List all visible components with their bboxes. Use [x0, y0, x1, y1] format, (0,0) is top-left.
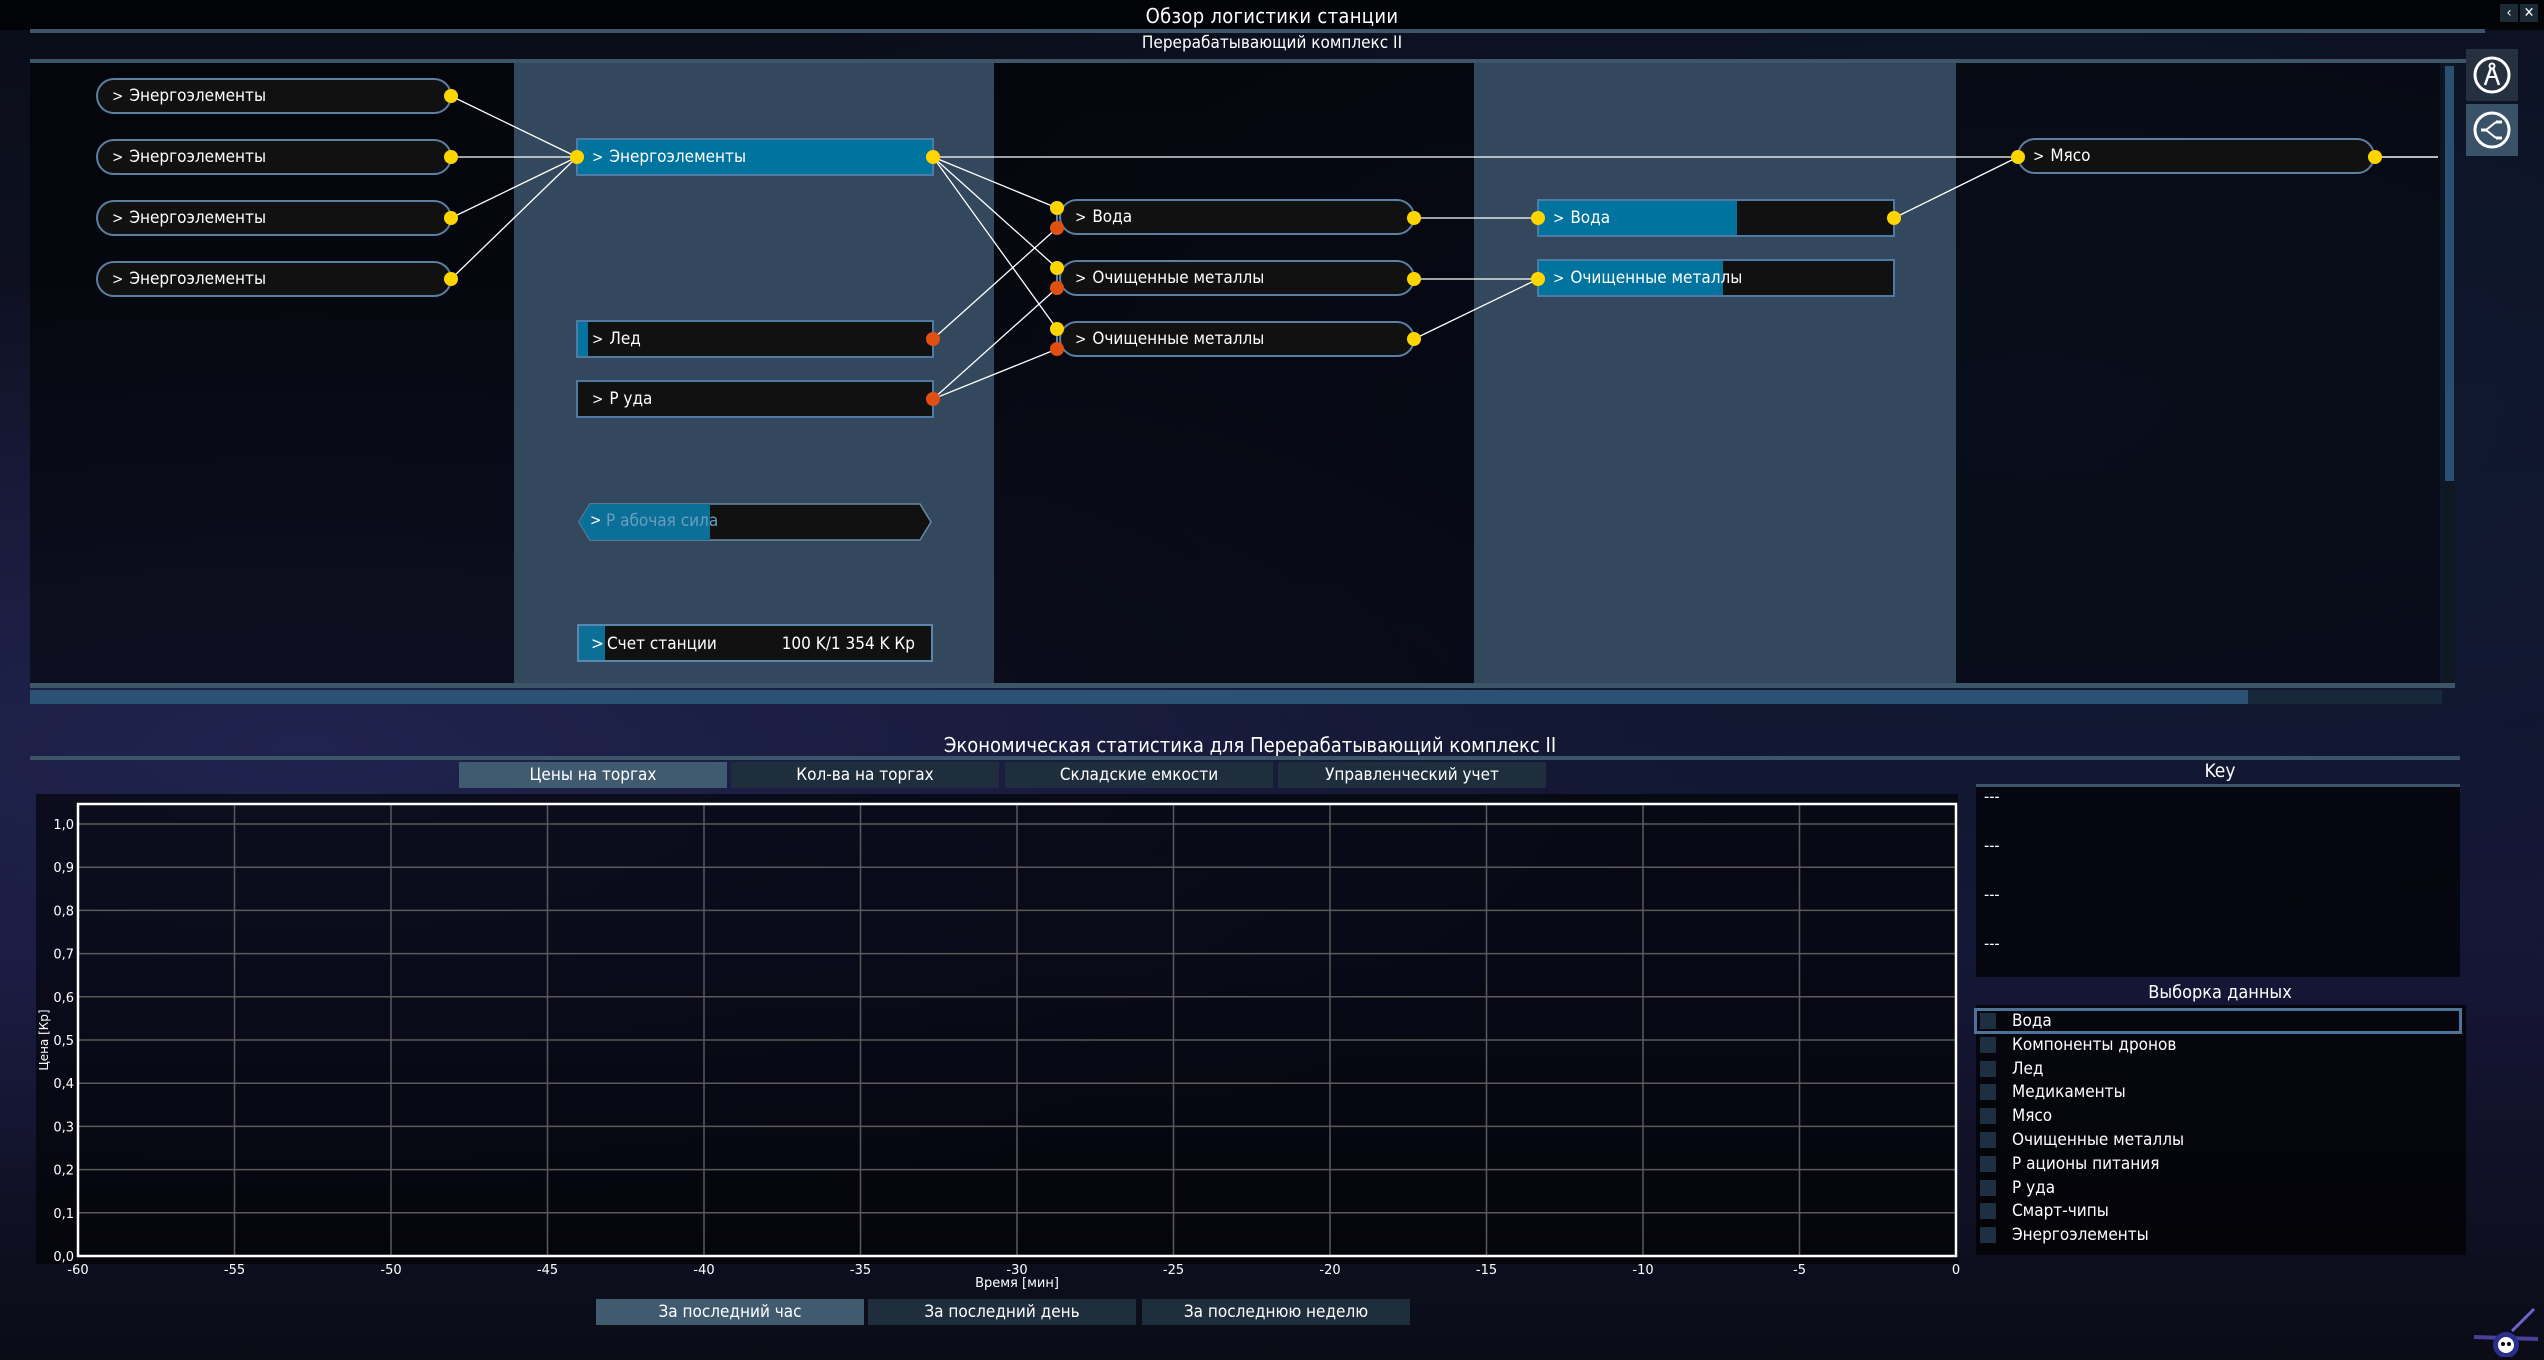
x-tick-label: -20: [1319, 1263, 1340, 1278]
data-selection-item[interactable]: Лед: [1976, 1058, 2460, 1080]
x-tick-label: -60: [67, 1263, 88, 1278]
checkbox[interactable]: [1980, 1203, 1996, 1220]
checkbox[interactable]: [1980, 1132, 1996, 1148]
range-last-hour[interactable]: За последний час: [596, 1299, 864, 1325]
y-tick-label: 0,4: [53, 1077, 74, 1092]
y-tick-label: 1,0: [53, 818, 74, 833]
range-last-week[interactable]: За последнюю неделю: [1142, 1299, 1410, 1325]
checkbox[interactable]: [1980, 1060, 1996, 1077]
data-selection-item[interactable]: Медикаменты: [1976, 1081, 2460, 1103]
planning-button[interactable]: [2466, 49, 2518, 101]
x-tick-label: -45: [537, 1263, 558, 1278]
x-tick-label: -10: [1632, 1263, 1653, 1278]
y-tick-label: 0,3: [53, 1120, 74, 1135]
data-selection-label: Энергоэлементы: [2012, 1225, 2149, 1246]
data-selection-item[interactable]: Мясо: [1976, 1105, 2460, 1127]
x-tick-label: -55: [224, 1263, 245, 1278]
checkbox[interactable]: [1980, 1155, 1996, 1172]
key-title: Key: [2204, 760, 2236, 782]
data-selection-item[interactable]: Р уда: [1976, 1177, 2460, 1199]
key-item: ---: [1984, 836, 2000, 855]
compass-icon: [2473, 56, 2511, 94]
x-tick-label: 0: [1952, 1263, 1960, 1278]
data-selection-label: Смарт-чипы: [2012, 1201, 2109, 1222]
chevron-right-icon: >: [2033, 147, 2045, 165]
data-selection-item[interactable]: Компоненты дронов: [1976, 1034, 2460, 1056]
price-chart: -60 -55 -50 -45 -40 -35 -30 -25 -20 -15 -10 -5 00,00…: [37, 802, 1960, 1291]
key-item: ---: [1984, 934, 2000, 953]
data-selection-item[interactable]: Смарт-чипы: [1976, 1200, 2460, 1222]
y-tick-label: 0,1: [53, 1207, 74, 1222]
data-selection-item[interactable]: Очищенные металлы: [1976, 1129, 2460, 1151]
x-tick-label: -5: [1793, 1263, 1806, 1278]
checkbox[interactable]: [1980, 1179, 1996, 1196]
x-tick-label: -35: [850, 1263, 871, 1278]
data-selection-label: Р ационы питания: [2012, 1153, 2160, 1174]
close-icon: ✕: [2523, 5, 2535, 21]
data-selection-label: Мясо: [2012, 1106, 2053, 1127]
checkbox[interactable]: [1980, 1084, 1996, 1101]
key-item: ---: [1984, 787, 2000, 806]
y-tick-label: 0,0: [53, 1250, 74, 1265]
x-tick-label: -15: [1476, 1263, 1497, 1278]
output-port[interactable]: [2368, 150, 2382, 164]
share-nodes-icon: [2473, 111, 2511, 149]
node-label: Мясо: [2050, 146, 2091, 166]
window-controls: ‹ ✕: [2500, 4, 2538, 22]
pirate-skull-emblem-icon: [2473, 1307, 2539, 1357]
key-item: ---: [1984, 885, 2000, 904]
y-tick-label: 0,6: [53, 991, 74, 1006]
data-selection-item[interactable]: Энергоэлементы: [1976, 1224, 2460, 1246]
data-selection-label: Компоненты дронов: [2012, 1034, 2177, 1055]
key-panel: [1976, 787, 2460, 977]
chevron-left-icon: ‹: [2506, 5, 2512, 21]
data-selection-label: Медикаменты: [2012, 1082, 2126, 1103]
y-tick-label: 0,9: [53, 861, 74, 876]
checkbox[interactable]: [1980, 1227, 1996, 1244]
y-tick-label: 0,7: [53, 948, 74, 963]
back-button[interactable]: ‹: [2500, 4, 2518, 22]
x-tick-label: -25: [1163, 1263, 1184, 1278]
data-selection-label: Лед: [2012, 1058, 2044, 1079]
data-selection-title: Выборка данных: [2148, 982, 2292, 1003]
logistics-button[interactable]: [2466, 104, 2518, 156]
data-selection-item[interactable]: Вода: [1974, 1008, 2462, 1034]
data-selection-label: Очищенные металлы: [2012, 1130, 2185, 1150]
input-port[interactable]: [2011, 150, 2025, 164]
node-consumer-meat[interactable]: > Мясо: [2017, 138, 2375, 174]
checkbox[interactable]: [1980, 1036, 1996, 1053]
y-axis-label: Цена [Кр]: [37, 1009, 51, 1070]
data-selection-label: Р уда: [2012, 1177, 2056, 1198]
data-selection-item[interactable]: Р ационы питания: [1976, 1153, 2460, 1175]
checkbox[interactable]: [1980, 1013, 1996, 1029]
y-tick-label: 0,8: [53, 904, 74, 919]
range-last-day[interactable]: За последний день: [868, 1299, 1136, 1325]
vertical-scrollbar-thumb[interactable]: [2445, 66, 2454, 481]
checkbox[interactable]: [1980, 1108, 1996, 1125]
close-button[interactable]: ✕: [2520, 4, 2538, 22]
x-tick-label: -50: [380, 1263, 401, 1278]
data-selection-label: Вода: [2012, 1011, 2052, 1031]
y-tick-label: 0,2: [53, 1164, 74, 1179]
x-axis-label: Время [мин]: [975, 1276, 1059, 1291]
x-tick-label: -40: [693, 1263, 714, 1278]
y-tick-label: 0,5: [53, 1034, 74, 1049]
